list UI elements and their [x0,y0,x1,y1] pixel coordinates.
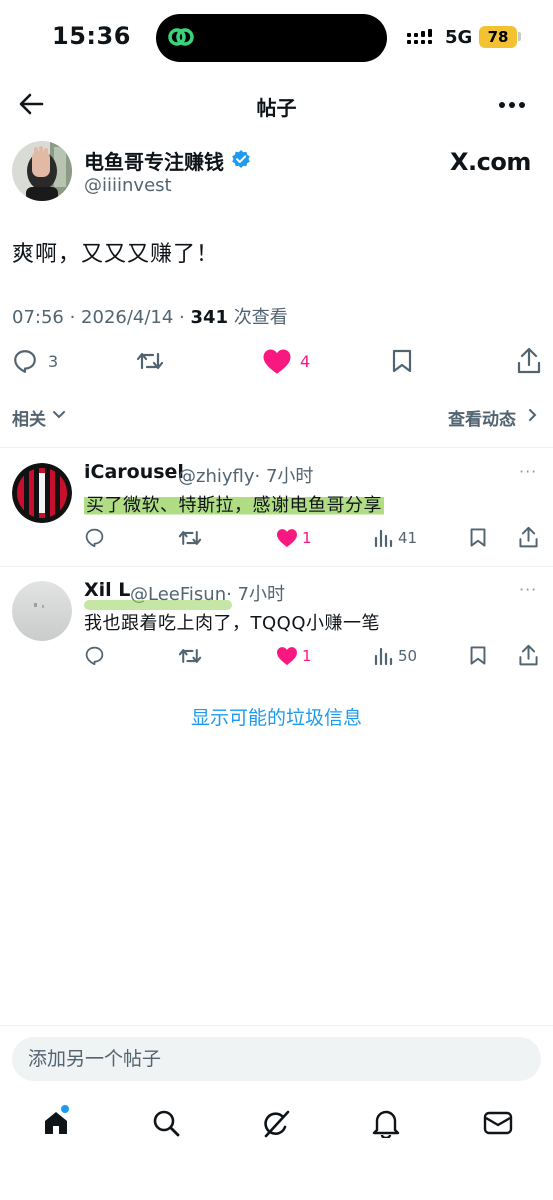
battery-tip [518,32,521,41]
more-options-icon[interactable] [498,100,526,110]
reply-avatar[interactable] [12,463,72,523]
reply-author-name[interactable]: iCarousel [84,461,184,483]
bookmark-button[interactable] [469,645,487,666]
reply-count: 3 [48,352,59,371]
share-button[interactable] [518,526,539,549]
chevron-down-icon[interactable] [52,410,66,420]
view-activity-link[interactable]: 查看动态 [448,405,516,430]
related-label: 相关 [12,410,46,430]
reply-text: 买了微软、特斯拉，感谢电鱼哥分享 [84,491,384,517]
reply-view-count: 50 [398,647,418,665]
reply-time: · 7小时 [226,584,286,605]
link-icon [166,22,196,52]
divider [0,447,553,448]
share-icon [517,347,541,374]
home-icon[interactable] [42,1109,70,1137]
network-type: 5G [445,27,473,48]
reply-more-icon[interactable]: ··· [519,580,537,599]
mail-icon[interactable] [483,1110,513,1136]
bookmark-icon [470,528,486,547]
repost-icon [136,352,164,370]
share-button[interactable] [518,644,539,667]
bookmark-button[interactable] [469,527,487,548]
reply-text-highlighted: 买了微软、特斯拉，感谢电鱼哥分享 [84,495,384,516]
reply-avatar[interactable] [12,581,72,641]
reply-button[interactable] [12,348,38,374]
share-icon [519,644,538,666]
related-filter[interactable]: 相关 [12,405,46,430]
notification-dot [61,1105,69,1113]
grok-icon[interactable] [261,1109,291,1139]
views-button[interactable] [373,528,393,548]
page-title: 帖子 [256,96,297,120]
bar-chart-icon [374,647,393,666]
views-button[interactable] [373,646,393,666]
speech-bubble-icon [85,646,104,666]
battery-level: 78 [479,26,517,48]
status-time: 15:36 [52,22,131,50]
share-icon [519,526,538,548]
show-spam-link[interactable]: 显示可能的垃圾信息 [0,703,553,730]
post-timestamp: 07:56 · 2026/4/14 · [12,307,191,328]
share-button[interactable] [516,347,542,375]
reply-like-count: 1 [302,647,312,665]
activity-label: 查看动态 [448,410,516,430]
x-com-watermark: X.com [450,148,531,176]
speech-bubble-icon [85,528,104,548]
repost-button[interactable] [136,348,164,374]
reply-button[interactable] [84,645,105,666]
reply-time: · 7小时 [254,466,314,487]
repost-button[interactable] [178,645,202,667]
speech-bubble-icon [14,350,36,373]
view-label: 次查看 [228,307,288,328]
reply-author-name[interactable]: Xil L [84,579,130,601]
reply-text: 我也跟着吃上肉了，TQQQ小赚一笔 [84,613,380,634]
chevron-right-icon[interactable] [528,408,538,422]
reply-like-count: 1 [302,529,312,547]
reply-author-handle: @zhiyfly· 7小时 [178,462,313,488]
repost-button[interactable] [178,527,202,549]
reply-more-icon[interactable]: ··· [519,462,537,481]
view-count: 341 [190,307,229,328]
like-count: 4 [300,352,311,371]
heart-icon [277,529,297,548]
author-handle[interactable]: @iiiinvest [84,175,172,196]
divider [0,1025,553,1026]
search-icon[interactable] [152,1109,180,1137]
like-button[interactable] [276,646,298,666]
heart-icon [277,647,297,666]
author-name[interactable]: 电鱼哥专注赚钱 [84,146,224,175]
bookmark-icon [470,646,486,665]
bar-chart-icon [374,529,393,548]
bookmark-icon [392,349,412,373]
heart-icon [263,349,291,374]
verified-badge-icon [231,149,251,169]
signal-icon [407,29,435,47]
divider [0,566,553,567]
author-avatar[interactable] [12,141,72,201]
reply-view-count: 41 [398,529,418,547]
post-meta: 07:56 · 2026/4/14 · 341 次查看 [12,303,288,329]
repost-icon [178,649,202,663]
reply-handle[interactable]: @zhiyfly [178,466,255,487]
like-button[interactable] [262,348,292,375]
bookmark-button[interactable] [391,348,413,374]
like-button[interactable] [276,528,298,548]
compose-input[interactable]: 添加另一个帖子 [12,1037,541,1081]
repost-icon [178,531,202,545]
bell-icon[interactable] [372,1108,400,1138]
post-text: 爽啊，又又又赚了！ [12,242,220,267]
reply-button[interactable] [84,527,105,548]
